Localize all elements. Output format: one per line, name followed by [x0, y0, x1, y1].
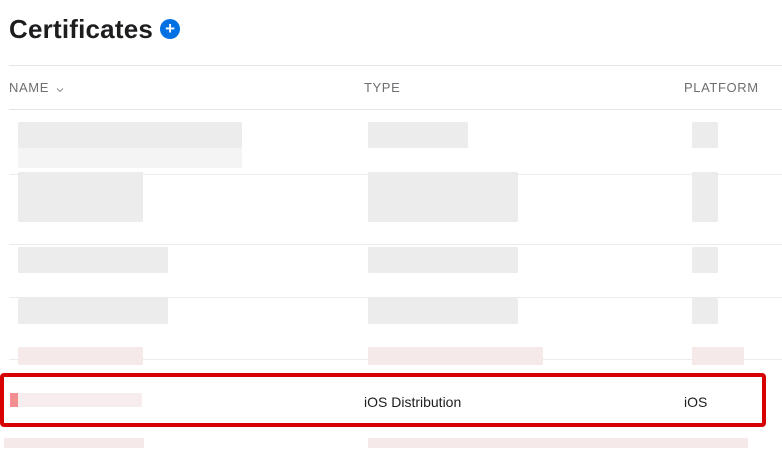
- chevron-down-icon: [56, 81, 64, 96]
- header-divider: [9, 65, 782, 66]
- column-header-type-label: TYPE: [364, 80, 401, 95]
- table-row[interactable]: [0, 345, 782, 367]
- redacted-platform: [692, 172, 718, 222]
- column-header-platform-label: PLATFORM: [684, 80, 759, 95]
- column-header-platform[interactable]: PLATFORM: [684, 80, 759, 95]
- header-bottom-divider: [9, 109, 782, 110]
- table-row[interactable]: [0, 245, 782, 298]
- plus-circle-icon: +: [165, 18, 175, 38]
- redacted-name: [18, 247, 168, 273]
- redacted-name: [18, 148, 242, 168]
- table-row[interactable]: [0, 296, 782, 360]
- redacted-type: [368, 347, 543, 365]
- table-row[interactable]: [0, 436, 782, 455]
- redacted-type: [368, 172, 518, 222]
- redacted-platform: [692, 122, 718, 148]
- column-header-type[interactable]: TYPE: [364, 80, 400, 95]
- column-header-name[interactable]: NAME: [9, 80, 64, 96]
- redacted-platform: [692, 347, 744, 365]
- redacted-type: [368, 438, 748, 448]
- table-row-highlighted[interactable]: iOS Distribution iOS: [0, 373, 766, 427]
- redacted-name: [18, 298, 168, 324]
- redacted-type: [368, 298, 518, 324]
- highlight-annotation-box: [0, 373, 766, 427]
- redacted-type: [368, 122, 468, 148]
- redacted-name: [18, 172, 143, 222]
- column-header-name-label: NAME: [9, 80, 49, 95]
- page-header: Certificates +: [9, 12, 181, 46]
- add-certificate-button[interactable]: +: [160, 18, 181, 39]
- redacted-name: [4, 438, 144, 448]
- redacted-type: [368, 247, 518, 273]
- page-title: Certificates: [9, 13, 154, 44]
- redacted-platform: [692, 298, 718, 324]
- redacted-name: [18, 122, 242, 148]
- table-row[interactable]: [0, 170, 782, 245]
- redacted-name: [18, 347, 143, 365]
- table-row[interactable]: [0, 120, 782, 175]
- redacted-platform: [692, 247, 718, 273]
